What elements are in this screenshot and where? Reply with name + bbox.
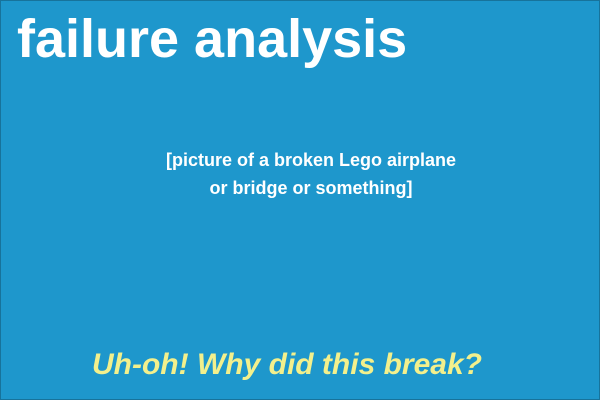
- placeholder-line-1: [picture of a broken Lego airplane: [165, 150, 457, 170]
- slide-title: failure analysis: [17, 9, 408, 69]
- slide: failure analysis [picture of a broken Le…: [0, 0, 600, 400]
- placeholder-line-2: or bridge or something]: [209, 178, 413, 198]
- image-placeholder-text: [picture of a broken Lego airplane or br…: [1, 146, 599, 202]
- slide-tagline: Uh-oh! Why did this break?: [92, 348, 482, 381]
